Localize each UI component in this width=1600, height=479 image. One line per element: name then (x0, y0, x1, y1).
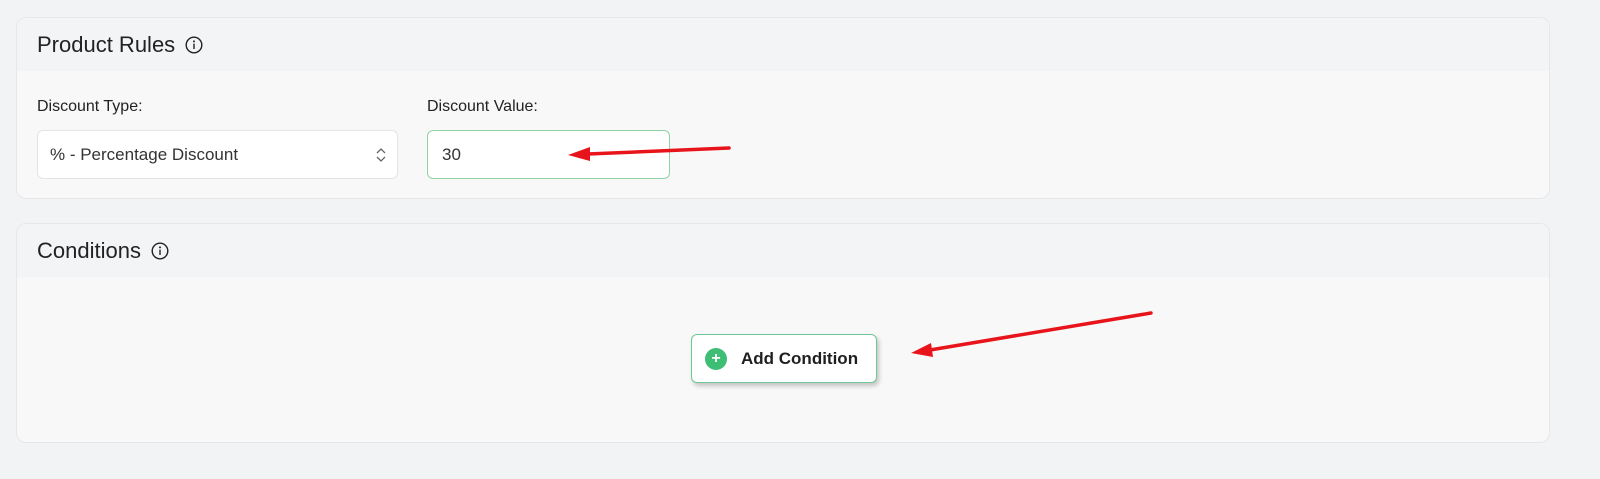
discount-value-text: 30 (442, 144, 461, 164)
up-down-chevron-icon (375, 145, 387, 165)
plus-circle-icon: + (705, 347, 727, 370)
product-rules-title: Product Rules (37, 31, 176, 57)
discount-value-input[interactable]: 30 (427, 130, 670, 179)
conditions-header: Conditions (17, 224, 1549, 277)
add-condition-button[interactable]: + Add Condition (691, 334, 877, 383)
discount-type-select[interactable]: % - Percentage Discount (37, 130, 398, 179)
add-condition-label: Add Condition (741, 348, 859, 368)
discount-type-label: Discount Type: (37, 98, 143, 115)
product-rules-card: Product Rules Discount Type: % - Percent… (16, 17, 1550, 199)
info-circle-icon[interactable] (151, 241, 169, 260)
product-rules-header: Product Rules (17, 18, 1549, 71)
discount-value-label: Discount Value: (427, 98, 538, 115)
conditions-title: Conditions (37, 237, 141, 263)
conditions-card: Conditions + Add Condition (16, 223, 1550, 443)
discount-type-selected-value: % - Percentage Discount (50, 144, 239, 164)
info-circle-icon[interactable] (185, 35, 203, 54)
